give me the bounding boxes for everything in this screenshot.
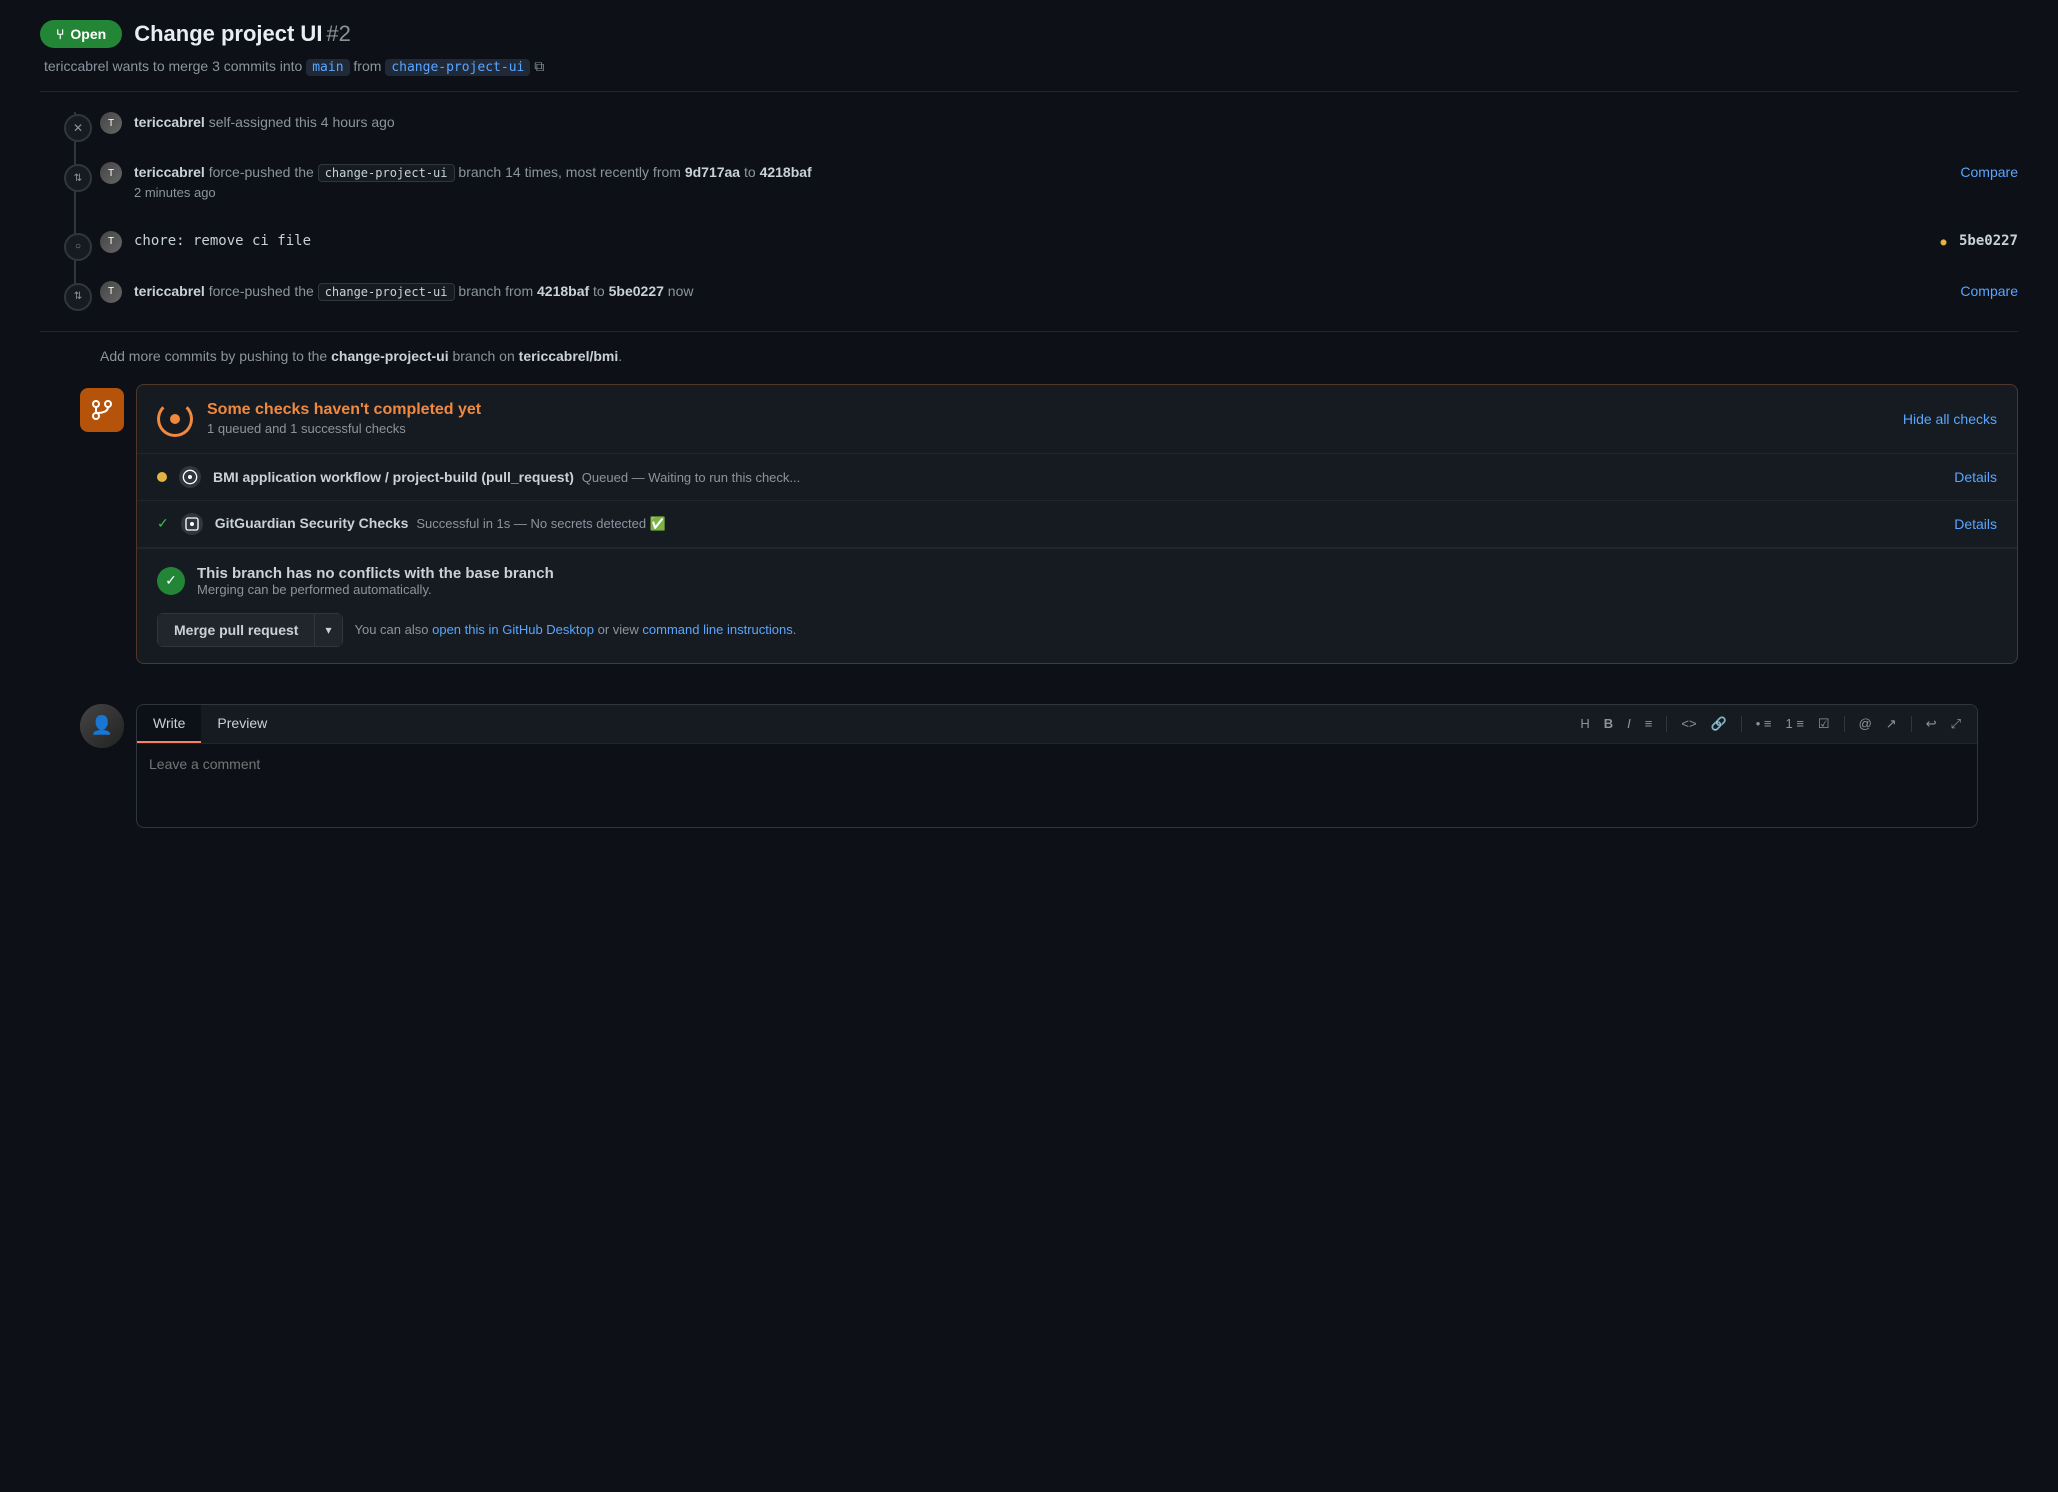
head-branch-tag[interactable]: change-project-ui bbox=[385, 59, 530, 76]
pr-status-label: Open bbox=[70, 26, 106, 42]
branch-info: Add more commits by pushing to the chang… bbox=[40, 348, 2018, 364]
cli-link[interactable]: command line instructions bbox=[642, 622, 792, 637]
base-branch-tag[interactable]: main bbox=[306, 59, 349, 76]
gitguardian-icon bbox=[181, 513, 203, 535]
toolbar-divider-4 bbox=[1911, 716, 1912, 732]
toolbar-ordered-list[interactable]: 1 ≡ bbox=[1781, 708, 1807, 739]
checks-subtitle: 1 queued and 1 successful checks bbox=[207, 421, 481, 436]
git-merge-icon bbox=[80, 388, 124, 432]
pr-subtitle: tericcabrel wants to merge 3 commits int… bbox=[40, 58, 2018, 75]
check-status-success: ✓ bbox=[157, 515, 169, 532]
spinner-inner bbox=[170, 414, 180, 424]
merge-status: ✓ This branch has no conflicts with the … bbox=[157, 565, 1997, 597]
avatar: T bbox=[100, 281, 122, 303]
check-status-pending bbox=[157, 472, 167, 482]
toolbar-code[interactable]: <> bbox=[1677, 708, 1700, 739]
commenter-avatar: 👤 bbox=[80, 704, 124, 748]
merge-check-icon: ✓ bbox=[157, 567, 185, 595]
check-item-details-1: BMI application workflow / project-build… bbox=[213, 469, 800, 485]
check-item-bmi-workflow: BMI application workflow / project-build… bbox=[137, 454, 2017, 501]
toolbar-link[interactable]: 🔗 bbox=[1707, 708, 1731, 740]
details-link-2[interactable]: Details bbox=[1954, 516, 1997, 532]
github-desktop-link[interactable]: open this in GitHub Desktop bbox=[432, 622, 594, 637]
toolbar-italic[interactable]: I bbox=[1623, 708, 1635, 739]
details-link-1[interactable]: Details bbox=[1954, 469, 1997, 485]
toolbar-divider-1 bbox=[1666, 716, 1667, 732]
checks-section: Some checks haven't completed yet 1 queu… bbox=[40, 384, 2018, 664]
checks-title: Some checks haven't completed yet bbox=[207, 401, 481, 419]
spinner-icon bbox=[157, 401, 193, 437]
toolbar-unordered-list[interactable]: • ≡ bbox=[1752, 708, 1776, 739]
tab-write[interactable]: Write bbox=[137, 705, 201, 743]
checks-header: Some checks haven't completed yet 1 queu… bbox=[137, 385, 2017, 454]
comment-input[interactable] bbox=[137, 744, 1977, 824]
merge-actions: Merge pull request ▾ You can also open t… bbox=[157, 613, 1997, 647]
checks-box: Some checks haven't completed yet 1 queu… bbox=[136, 384, 2018, 664]
hide-all-checks-button[interactable]: Hide all checks bbox=[1903, 411, 1997, 427]
comment-toolbar: H B I ≡ <> 🔗 • ≡ 1 ≡ ☑ @ ↗ ↩ ⤢ bbox=[1564, 705, 1977, 743]
merge-status-text: This branch has no conflicts with the ba… bbox=[197, 565, 554, 597]
timeline-text-push1: tericcabrel force-pushed the change-proj… bbox=[134, 162, 2018, 203]
timeline-text-push2: tericcabrel force-pushed the change-proj… bbox=[134, 281, 2018, 302]
toolbar-bold[interactable]: B bbox=[1600, 708, 1617, 739]
merge-info: You can also open this in GitHub Desktop… bbox=[355, 622, 797, 637]
merge-dropdown-button[interactable]: ▾ bbox=[315, 613, 342, 647]
merge-btn-group: Merge pull request ▾ bbox=[157, 613, 343, 647]
merge-pull-request-button[interactable]: Merge pull request bbox=[157, 613, 315, 647]
toolbar-heading[interactable]: H bbox=[1576, 708, 1593, 739]
comment-section: 👤 Write Preview H B I ≡ <> 🔗 • ≡ 1 ≡ ☑ bbox=[40, 684, 2018, 848]
pr-number: #2 bbox=[326, 21, 350, 46]
compare-link-1[interactable]: Compare bbox=[1960, 162, 2018, 183]
avatar: T bbox=[100, 112, 122, 134]
timeline-item-assigned: ✕ T tericcabrel self-assigned this 4 hou… bbox=[100, 112, 2018, 134]
pr-header: ⑂ Open Change project UI #2 bbox=[40, 0, 2018, 58]
toolbar-divider-3 bbox=[1844, 716, 1845, 732]
toolbar-list[interactable]: ≡ bbox=[1641, 708, 1657, 739]
toolbar-undo[interactable]: ↩ bbox=[1922, 708, 1941, 740]
comment-box: Write Preview H B I ≡ <> 🔗 • ≡ 1 ≡ ☑ @ bbox=[136, 704, 1978, 828]
timeline-text-commit: chore: remove ci file ● 5be0227 bbox=[134, 231, 2018, 252]
check-item-gitguardian: ✓ GitGuardian Security Checks Successful… bbox=[137, 501, 2017, 548]
checks-title-group: Some checks haven't completed yet 1 queu… bbox=[207, 401, 481, 436]
toolbar-ref[interactable]: ↗ bbox=[1882, 708, 1901, 740]
pr-open-badge: ⑂ Open bbox=[40, 20, 122, 48]
toolbar-divider-2 bbox=[1741, 716, 1742, 732]
push-icon-2: ⇅ bbox=[64, 283, 92, 311]
toolbar-task-list[interactable]: ☑ bbox=[1814, 708, 1834, 740]
compare-link-2[interactable]: Compare bbox=[1960, 281, 2018, 302]
copy-icon[interactable]: ⧉ bbox=[534, 58, 544, 74]
commit-icon: ○ bbox=[64, 233, 92, 261]
timeline-item-push1: ⇅ T tericcabrel force-pushed the change-… bbox=[100, 162, 2018, 203]
check-item-details-2: GitGuardian Security Checks Successful i… bbox=[215, 515, 666, 532]
avatar: T bbox=[100, 162, 122, 184]
avatar: T bbox=[100, 231, 122, 253]
assigned-icon: ✕ bbox=[64, 114, 92, 142]
toolbar-fullscreen[interactable]: ⤢ bbox=[1947, 708, 1965, 740]
git-pull-request-icon: ⑂ bbox=[56, 26, 64, 42]
toolbar-mention[interactable]: @ bbox=[1855, 708, 1876, 739]
pr-title: Change project UI bbox=[134, 21, 322, 46]
merge-section: ✓ This branch has no conflicts with the … bbox=[137, 548, 2017, 663]
checks-header-left: Some checks haven't completed yet 1 queu… bbox=[157, 401, 481, 437]
push-icon: ⇅ bbox=[64, 164, 92, 192]
timeline-item-commit: ○ T chore: remove ci file ● 5be0227 bbox=[100, 231, 2018, 253]
timeline-item-push2: ⇅ T tericcabrel force-pushed the change-… bbox=[100, 281, 2018, 303]
timeline-text-assigned: tericcabrel self-assigned this 4 hours a… bbox=[134, 112, 395, 133]
comment-tabs: Write Preview H B I ≡ <> 🔗 • ≡ 1 ≡ ☑ @ bbox=[137, 705, 1977, 744]
github-actions-icon bbox=[179, 466, 201, 488]
tab-preview[interactable]: Preview bbox=[201, 705, 283, 743]
timeline: ✕ T tericcabrel self-assigned this 4 hou… bbox=[40, 112, 2018, 303]
